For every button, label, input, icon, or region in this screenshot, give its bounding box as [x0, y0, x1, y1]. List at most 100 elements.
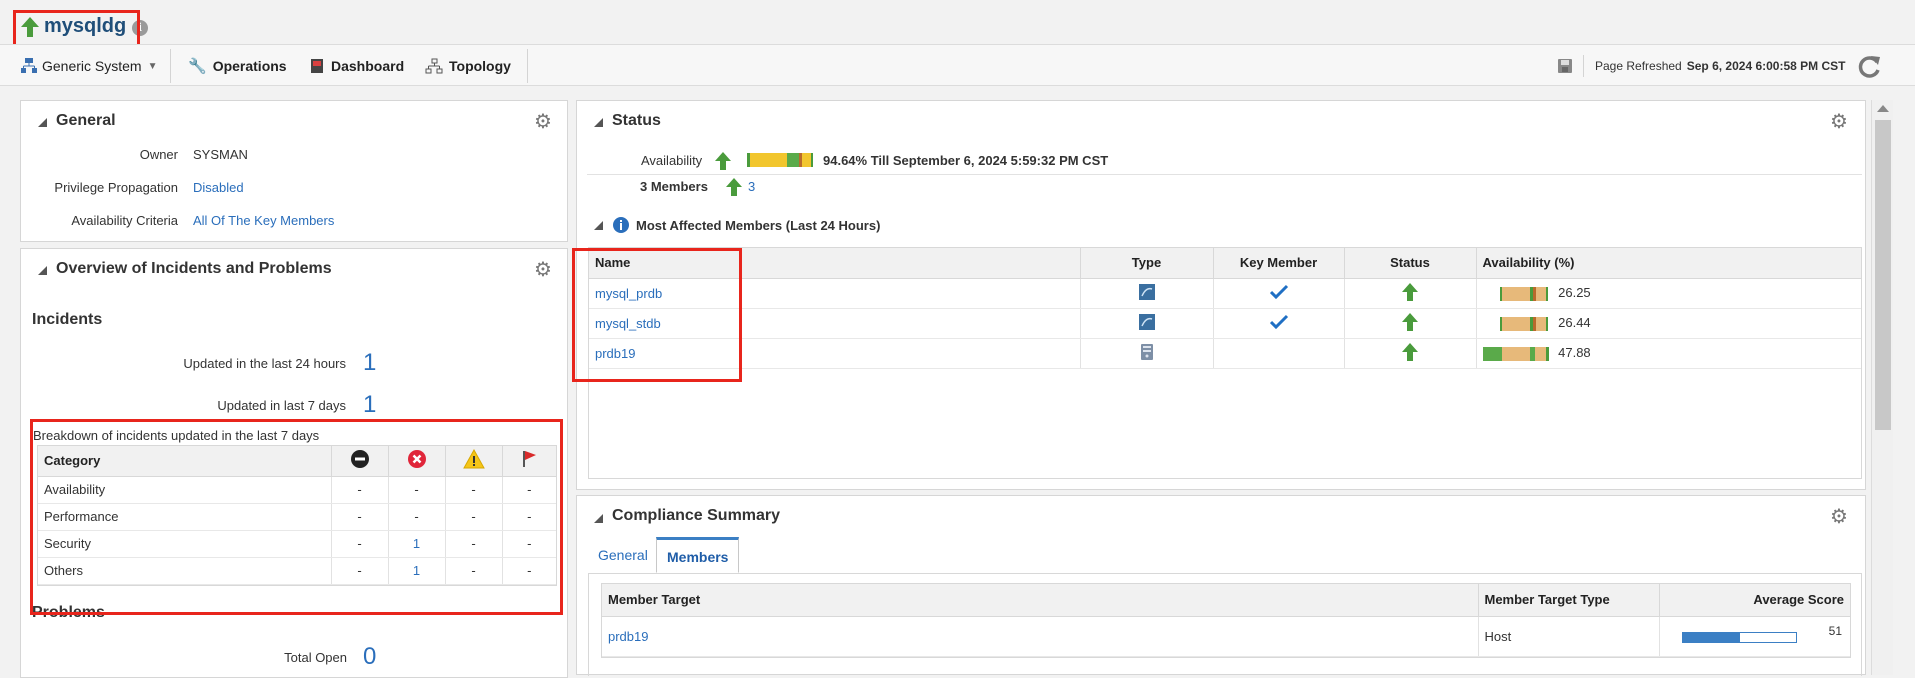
general-panel: General ⚙ Owner SYSMAN Privilege Propaga… — [20, 100, 568, 242]
menu-divider — [170, 49, 171, 83]
info-icon[interactable]: i — [132, 20, 148, 36]
escalated-flag-icon — [523, 451, 537, 468]
escalated-count: - — [502, 530, 556, 558]
refresh-icon[interactable] — [1857, 53, 1883, 79]
updated-24h-label: Updated in the last 24 hours — [183, 356, 346, 371]
gear-icon[interactable]: ⚙ — [533, 260, 553, 280]
gear-icon[interactable]: ⚙ — [533, 112, 553, 132]
host-icon — [1140, 343, 1153, 360]
average-score-header[interactable]: Average Score — [1659, 584, 1850, 617]
critical-count-link[interactable]: 1 — [388, 557, 446, 585]
checkmark-icon — [1269, 314, 1288, 329]
availability-value: 94.64% Till September 6, 2024 5:59:32 PM… — [823, 153, 1109, 168]
page-title[interactable]: mysqldg — [44, 15, 126, 38]
category-cell: Availability — [38, 476, 332, 504]
problems-section-title: Problems — [32, 604, 105, 621]
critical-icon — [407, 450, 426, 469]
up-arrow-icon — [715, 152, 731, 170]
tab-general[interactable]: General — [588, 538, 658, 574]
mysql-db-icon — [1138, 313, 1155, 330]
critical-count: - — [388, 503, 446, 531]
key-member-column-header[interactable]: Key Member — [1213, 248, 1345, 279]
availability-history-bar[interactable] — [747, 153, 813, 167]
tab-content: Member Target Member Target Type Average… — [588, 573, 1862, 676]
table-row: Others - 1 - - — [38, 557, 556, 585]
availability-bar[interactable] — [1483, 286, 1549, 301]
warning-icon — [462, 449, 485, 469]
scrollbar-thumb[interactable] — [1875, 120, 1891, 430]
topology-menu[interactable]: Topology — [425, 45, 511, 87]
page-refreshed-time: Sep 6, 2024 6:00:58 PM CST — [1686, 59, 1846, 73]
availability-bar[interactable] — [1483, 316, 1549, 331]
name-column-header[interactable]: Name — [589, 248, 1081, 279]
generic-system-label: Generic System — [42, 58, 142, 74]
operations-menu[interactable]: 🔧 Operations — [188, 45, 287, 87]
info-icon[interactable] — [612, 216, 630, 234]
warning-count: - — [445, 530, 503, 558]
table-row: mysql_stdb 26.44 — [589, 308, 1861, 339]
system-icon — [21, 58, 37, 73]
total-open-value[interactable]: 0 — [363, 643, 376, 671]
fatal-column — [331, 446, 389, 477]
collapse-icon[interactable] — [38, 118, 47, 127]
tab-members[interactable]: Members — [656, 537, 740, 573]
members-label: 3 Members — [640, 179, 708, 194]
breakdown-title: Breakdown of incidents updated in the la… — [33, 428, 320, 443]
generic-system-menu[interactable]: Generic System ▼ — [20, 45, 158, 87]
title-bar: mysqldg i — [0, 0, 1915, 44]
critical-count-link[interactable]: 1 — [388, 530, 446, 558]
member-target-header[interactable]: Member Target — [602, 584, 1479, 617]
operations-label: Operations — [212, 58, 287, 74]
incidents-panel-title: Overview of Incidents and Problems — [56, 260, 332, 277]
member-target-type: Host — [1478, 616, 1660, 657]
incident-breakdown-table: Category Availability - - - - Performanc… — [37, 445, 557, 586]
type-column-header[interactable]: Type — [1080, 248, 1214, 279]
dashboard-label: Dashboard — [331, 58, 405, 74]
collapse-icon[interactable] — [594, 118, 603, 127]
privilege-value-link[interactable]: Disabled — [193, 180, 244, 195]
affected-members-table: Name Type Key Member Status Availability… — [588, 247, 1862, 479]
chevron-down-icon: ▼ — [147, 60, 158, 72]
save-icon[interactable] — [1557, 58, 1573, 74]
member-name-link[interactable]: mysql_stdb — [589, 308, 1081, 339]
status-column-header[interactable]: Status — [1344, 248, 1477, 279]
table-row: Availability - - - - — [38, 476, 556, 504]
category-cell: Others — [38, 557, 332, 585]
table-row: mysql_prdb 26.25 — [589, 278, 1861, 309]
table-row: Security - 1 - - — [38, 530, 556, 558]
member-target-link[interactable]: prdb19 — [602, 616, 1479, 657]
gear-icon[interactable]: ⚙ — [1829, 507, 1849, 527]
vertical-scrollbar[interactable] — [1871, 100, 1893, 675]
critical-count: - — [388, 476, 446, 504]
availability-bar[interactable] — [1482, 346, 1549, 361]
table-row: prdb19 Host 51 — [602, 616, 1850, 657]
criteria-value-link[interactable]: All Of The Key Members — [193, 213, 334, 228]
collapse-icon[interactable] — [38, 266, 47, 275]
page-refreshed-label: Page Refreshed — [1595, 59, 1682, 73]
availability-label: Availability — [641, 153, 703, 168]
warning-count: - — [445, 557, 503, 585]
dashboard-menu[interactable]: Dashboard — [310, 45, 404, 87]
members-up-link[interactable]: 3 — [748, 179, 755, 194]
key-member-empty — [1213, 338, 1345, 369]
collapse-icon[interactable] — [594, 514, 603, 523]
critical-column — [388, 446, 446, 477]
updated-24h-value[interactable]: 1 — [363, 349, 376, 377]
gear-icon[interactable]: ⚙ — [1829, 112, 1849, 132]
target-title: mysqldg — [14, 12, 138, 46]
topology-label: Topology — [449, 58, 511, 74]
updated-7d-value[interactable]: 1 — [363, 391, 376, 419]
dashboard-icon — [311, 59, 323, 73]
member-target-type-header[interactable]: Member Target Type — [1478, 584, 1660, 617]
divider — [587, 174, 1862, 175]
scroll-up-icon[interactable] — [1877, 105, 1889, 112]
compliance-title: Compliance Summary — [612, 507, 781, 524]
warning-column — [445, 446, 503, 477]
availability-column-header[interactable]: Availability (%) — [1476, 248, 1861, 279]
fatal-count: - — [331, 530, 389, 558]
general-title: General — [56, 112, 116, 129]
member-name-link[interactable]: mysql_prdb — [589, 278, 1081, 309]
member-name-link[interactable]: prdb19 — [589, 338, 1081, 369]
average-score-value: 51 — [1828, 623, 1842, 638]
collapse-icon[interactable] — [594, 221, 603, 230]
